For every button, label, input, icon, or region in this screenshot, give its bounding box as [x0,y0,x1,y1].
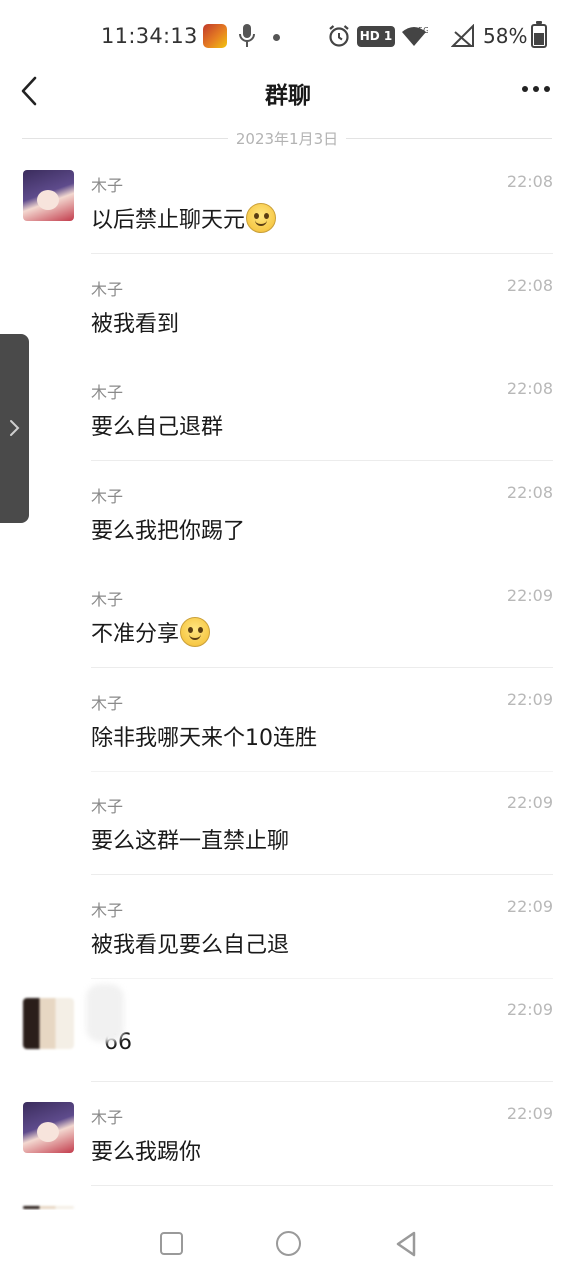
message-time: 22:08 [506,379,553,398]
message-text: 被我看到 [91,312,180,337]
message-item[interactable]: 木子 22:08 要么自己退群 [0,357,576,461]
svg-text:5G: 5G [418,26,428,35]
home-icon[interactable] [276,1231,301,1256]
chevron-right-icon [10,420,20,436]
message-time: 22:08 [506,276,553,295]
message-item[interactable]: 木子 22:09 除非我哪天来个10连胜 [0,668,576,772]
message-item[interactable]: 木子 22:09 要么这群一直禁止聊 [0,771,576,875]
sender-name: 木子 [91,1108,124,1127]
message-text: 以后禁止聊天元 [91,208,246,233]
smile-emoji-icon [180,617,211,647]
message-text: 要么我把你踢了 [91,519,246,544]
message-item[interactable]: 木子 22:09 不准分享 [0,564,576,668]
side-panel-handle[interactable] [0,334,29,523]
status-time: 11:34:13 [101,24,198,48]
message-item[interactable]: 木子 22:08 要么我把你踢了 [0,461,576,565]
mic-icon [239,24,255,47]
sender-name: 木子 [91,383,124,402]
date-label: 2023年1月3日 [227,130,347,148]
sender-name: 木子 [91,901,124,920]
message-item[interactable]: 木子 22:08 以后禁止聊天元 [0,150,576,254]
sender-name: 木子 [91,176,124,195]
back-triangle-icon[interactable] [394,1230,418,1258]
message-time: 22:09 [506,1000,553,1019]
notification-dot-icon [273,34,280,41]
game-app-icon [203,24,227,48]
message-time: 22:08 [506,172,553,191]
blurred-avatar[interactable] [23,998,74,1049]
sender-name: 木子 [91,694,124,713]
message-time: 22:09 [506,793,553,812]
battery-percent: 58% [483,24,528,48]
anime-girl-avatar[interactable] [23,170,74,221]
message-text: 除非我哪天来个10连胜 [91,726,317,751]
message-text-wrap: 以后禁止聊天元 [91,202,277,234]
page-title: 群聊 [265,83,311,109]
system-nav-bar [0,1210,576,1280]
message-item[interactable]: 木子 22:09 要么我踢你 [0,1082,576,1186]
recent-apps-icon[interactable] [160,1232,183,1255]
message-time: 22:09 [506,897,553,916]
message-time: 22:09 [506,690,553,709]
message-time: 22:08 [506,483,553,502]
more-dots-icon[interactable] [520,86,552,96]
message-text: 被我看见要么自己退 [91,933,290,958]
sender-name: 木子 [91,797,124,816]
message-item[interactable]: 22:09 66 [0,978,576,1082]
hd-badge: HD 1 [357,26,395,47]
message-text: 要么自己退群 [91,415,224,440]
message-list[interactable]: 木子 22:08 以后禁止聊天元 木子 22:08 被我看到 木子 22:08 … [0,150,576,1210]
status-bar: 11:34:13 HD 1 5G 58% [0,0,576,72]
message-item-partial[interactable] [0,1186,576,1210]
sender-name: 木子 [91,590,124,609]
partial-avatar [23,1206,74,1209]
message-time: 22:09 [506,586,553,605]
redaction-blur [86,984,124,1042]
alarm-icon [329,25,349,47]
message-item[interactable]: 木子 22:08 被我看到 [0,254,576,358]
chat-header: 群聊 [0,72,576,112]
message-item[interactable]: 木子 22:09 被我看见要么自己退 [0,875,576,979]
message-text: 不准分享 [91,622,180,647]
sender-name: 木子 [91,487,124,506]
sender-name: 木子 [91,280,124,299]
message-text: 要么我踢你 [91,1140,202,1165]
anime-girl-avatar[interactable] [23,1102,74,1153]
message-text: 要么这群一直禁止聊 [91,829,290,854]
message-text-wrap: 不准分享 [91,616,211,648]
wifi-icon: 5G [402,26,428,46]
signal-icon [451,24,474,47]
date-divider: 2023年1月3日 [22,126,552,150]
battery-icon [531,21,547,48]
message-time: 22:09 [506,1104,553,1123]
smile-emoji-icon [246,203,277,233]
